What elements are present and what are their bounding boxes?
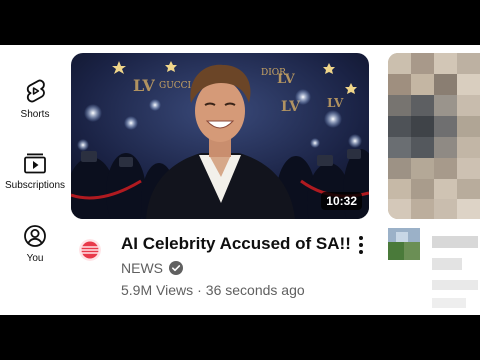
duration-badge: 10:32	[321, 192, 362, 210]
svg-text:LV: LV	[133, 76, 155, 95]
more-dot	[359, 250, 363, 254]
more-dot	[359, 243, 363, 247]
pixelated-thumbnail	[388, 53, 480, 219]
side-nav: Shorts Subscriptions You	[0, 45, 70, 315]
youtube-home: Shorts Subscriptions You LV LV LV LV GUC…	[0, 45, 480, 315]
channel-name[interactable]: NEWS	[121, 260, 163, 276]
nav-label-you: You	[26, 253, 44, 264]
video-title[interactable]: AI Celebrity Accused of SA!!	[121, 234, 351, 254]
pixelated-meta	[388, 228, 478, 308]
shorts-icon	[26, 79, 45, 103]
upload-age: 36 seconds ago	[205, 282, 305, 298]
nav-item-you[interactable]: You	[0, 224, 70, 264]
nav-item-shorts[interactable]: Shorts	[0, 78, 70, 120]
channel-row: NEWS	[121, 260, 183, 276]
thumbnail-sign-gucci: GUCCI	[159, 81, 192, 91]
letterbox-bottom	[0, 315, 480, 360]
nav-item-subscriptions[interactable]: Subscriptions	[0, 151, 70, 191]
thumbnail-sign-dior: DIOR	[261, 68, 286, 78]
video-thumbnail[interactable]: LV LV LV LV GUCCI DIOR 10:32	[71, 53, 369, 219]
channel-avatar[interactable]	[79, 239, 101, 261]
stats-separator: ·	[197, 282, 202, 298]
more-dot	[359, 236, 363, 240]
next-video-thumbnail[interactable]	[388, 53, 480, 219]
video-stats: 5.9M Views · 36 seconds ago	[121, 282, 305, 298]
subscriptions-icon	[24, 153, 46, 174]
more-vert-icon[interactable]	[352, 233, 370, 257]
verified-check-icon	[169, 261, 183, 275]
next-video-meta	[388, 228, 480, 315]
nav-label-shorts: Shorts	[20, 109, 50, 120]
channel-logo-icon	[79, 239, 101, 261]
view-count: 5.9M Views	[121, 282, 194, 298]
letterbox-top	[0, 0, 480, 45]
account-circle-icon	[24, 225, 46, 247]
nav-label-subscriptions: Subscriptions	[4, 180, 66, 191]
svg-text:LV: LV	[327, 96, 344, 110]
